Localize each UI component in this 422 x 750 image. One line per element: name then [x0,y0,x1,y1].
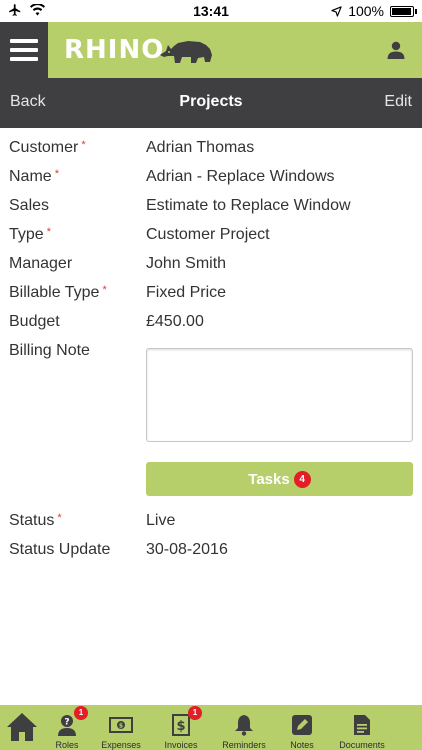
svg-text:$: $ [176,719,185,734]
field-row-sales: Sales Estimate to Replace Window [0,186,422,215]
field-value: £450.00 [146,313,204,330]
menu-button[interactable] [0,22,48,78]
dollar-document-icon: $ 1 [167,706,202,739]
tasks-count-badge: 4 [293,470,311,488]
svg-text:?: ? [64,718,69,728]
navigation-bar: Back Projects Edit [0,78,422,128]
field-label: Billable Type * [9,284,107,301]
rhino-logo: RHINO [64,32,216,68]
tab-label: Reminders [222,740,266,750]
bell-icon [230,711,258,739]
menu-bar-icon [10,57,38,61]
field-row-status: Status * Live [0,501,422,530]
field-label: Billing Note [9,342,90,359]
tab-invoices[interactable]: $ 1 Invoices [160,705,202,750]
required-marker: * [102,284,107,296]
required-marker: * [81,139,86,151]
pencil-note-icon [288,711,316,739]
required-marker: * [54,168,59,180]
tab-label: Notes [290,740,314,750]
tab-notes[interactable]: Notes [286,705,318,750]
roles-badge: 1 [74,706,88,720]
battery-fill [392,7,412,15]
tab-roles[interactable]: ? 1 Roles [50,705,88,750]
field-value: Live [146,512,176,529]
app-header: RHINO [0,22,422,78]
logo-text: RHINO [64,35,165,65]
user-icon [387,41,405,59]
edit-button[interactable]: Edit [384,93,412,111]
status-right: 100% [331,3,417,19]
field-label: Status * [9,512,62,529]
tasks-button[interactable]: Tasks 4 [146,462,413,496]
invoices-badge: 1 [188,706,202,720]
field-row-manager: Manager John Smith [0,244,422,273]
field-row-type: Type * Customer Project [0,215,422,244]
field-row-customer: Customer * Adrian Thomas [0,128,422,157]
rhino-icon [160,41,213,63]
billing-note-textarea[interactable] [146,348,413,442]
required-marker: * [46,226,51,238]
tab-label: Invoices [164,740,198,750]
field-value: Fixed Price [146,284,227,301]
field-value: Customer Project [146,226,270,243]
field-label: Customer * [9,139,86,156]
home-icon [5,710,39,744]
status-bar: 13:41 100% [0,0,422,22]
field-label: Status Update [9,541,111,558]
field-value: Adrian Thomas [146,139,255,156]
page-title: Projects [179,93,243,110]
field-value: Estimate to Replace Window [146,197,351,214]
required-marker: * [57,512,62,524]
question-person-icon: ? 1 [53,706,88,739]
field-value: 30-08-2016 [146,541,228,558]
field-row-billable-type: Billable Type * Fixed Price [0,273,422,302]
field-label: Manager [9,255,73,272]
tab-reminders[interactable]: Reminders [219,705,269,750]
field-row-budget: Budget £450.00 [0,302,422,331]
tab-home[interactable] [4,705,40,750]
document-icon [348,711,376,739]
menu-bar-icon [10,48,38,52]
svg-text:$: $ [119,723,123,730]
field-label: Sales [9,197,50,214]
field-value: John Smith [146,255,227,272]
tab-label: Roles [55,740,79,750]
tasks-button-label: Tasks [248,470,290,488]
battery-icon [390,5,417,17]
user-profile-button[interactable] [386,40,406,60]
field-label: Budget [9,313,60,330]
menu-bar-icon [10,39,38,43]
tab-label: Expenses [101,740,141,750]
field-label: Type * [9,226,51,243]
location-arrow-icon [331,5,342,17]
banknote-icon: $ [107,711,135,739]
field-label: Name * [9,168,59,185]
field-value: Adrian - Replace Windows [146,168,335,185]
bottom-tab-bar: ? 1 Roles $ Expenses $ 1 Invoices Remind… [0,705,422,750]
field-row-name: Name * Adrian - Replace Windows [0,157,422,186]
field-row-status-update: Status Update 30-08-2016 [0,530,422,559]
battery-percent: 100% [348,3,384,19]
tab-documents[interactable]: Documents [335,705,389,750]
tab-label: Documents [339,740,385,750]
tab-expenses[interactable]: $ Expenses [98,705,144,750]
